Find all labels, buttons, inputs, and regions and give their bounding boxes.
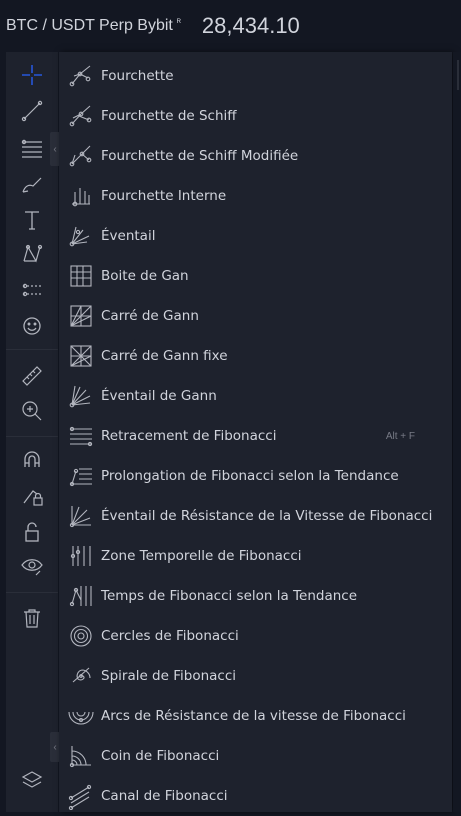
fib-channel-icon <box>68 784 92 810</box>
lock-drawings-icon[interactable] <box>6 480 58 512</box>
menu-item-canal-fibonacci[interactable]: Canal de Fibonacci <box>59 776 452 816</box>
last-price: 28,434.10 <box>201 13 300 38</box>
brush-icon[interactable] <box>6 169 58 201</box>
fib-wedge-icon <box>69 746 91 768</box>
unlock-icon[interactable] <box>6 516 58 548</box>
symbol-header: BTC / USDT Perp Bybit ᴿ 28,434.10 <box>0 0 461 52</box>
zoom-in-icon[interactable] <box>6 395 58 427</box>
ruler-icon[interactable] <box>6 360 58 392</box>
fib-retracement-icon <box>69 426 93 447</box>
menu-item-fourchette[interactable]: Fourchette <box>59 56 452 96</box>
menu-item-eventail-resistance-fibonacci[interactable]: Éventail de Résistance de la Vitesse de … <box>59 496 452 536</box>
trend-line-icon[interactable] <box>6 95 58 127</box>
menu-item-temps-fibonacci-tendance[interactable]: Temps de Fibonacci selon la Tendance <box>59 576 452 616</box>
inside-pitchfork-icon <box>72 188 90 207</box>
eye-icon[interactable] <box>6 550 58 582</box>
menu-item-spirale-fibonacci[interactable]: Spirale de Fibonacci <box>59 656 452 696</box>
fib-gann-tools-menu: Fourchette Fourchette de Schiff Fourchet… <box>59 52 452 812</box>
layers-icon[interactable] <box>6 765 58 797</box>
menu-item-zone-temporelle-fibonacci[interactable]: Zone Temporelle de Fibonacci <box>59 536 452 576</box>
fib-extension-icon <box>69 468 92 487</box>
menu-item-fourchette-schiff[interactable]: Fourchette de Schiff <box>59 96 452 136</box>
symbol-name[interactable]: BTC / USDT Perp Bybit <box>6 17 173 35</box>
drawing-toolbar: ‹ ‹ <box>6 52 60 812</box>
gann-square-fixed-icon <box>70 345 92 367</box>
fib-arcs-icon <box>68 711 94 725</box>
gann-box-icon <box>70 265 92 287</box>
menu-item-carre-gann[interactable]: Carré de Gann <box>59 296 452 336</box>
emoji-icon[interactable] <box>6 310 58 342</box>
menu-item-arcs-resistance-fibonacci[interactable]: Arcs de Résistance de la vitesse de Fibo… <box>59 696 452 736</box>
text-icon[interactable] <box>6 204 58 236</box>
fib-timezone-icon <box>70 546 91 566</box>
trash-icon[interactable] <box>6 602 58 634</box>
menu-item-carre-gann-fixe[interactable]: Carré de Gann fixe <box>59 336 452 376</box>
hotkey-label: Alt + F <box>385 430 415 442</box>
fib-spiral-icon <box>72 667 91 683</box>
toolbar-divider <box>6 436 58 437</box>
menu-item-fourchette-interne[interactable]: Fourchette Interne <box>59 176 452 216</box>
toolbar-divider <box>6 349 58 350</box>
toolbar-divider <box>6 592 58 593</box>
modified-schiff-icon <box>69 145 92 167</box>
menu-item-schiff-modifiee[interactable]: Fourchette de Schiff Modifiée <box>59 136 452 176</box>
fib-circles-icon <box>70 625 92 647</box>
chart-edge <box>453 52 461 812</box>
menu-item-eventail[interactable]: Éventail <box>59 216 452 256</box>
menu-item-cercles-fibonacci[interactable]: Cercles de Fibonacci <box>59 616 452 656</box>
magnet-icon[interactable] <box>6 444 58 476</box>
fib-trend-time-icon <box>69 586 92 607</box>
menu-item-retracement-fibonacci[interactable]: Retracement de Fibonacci Alt + F <box>59 416 452 456</box>
pitchfork-icon <box>69 65 91 87</box>
menu-item-eventail-gann[interactable]: Éventail de Gann <box>59 376 452 416</box>
menu-item-coin-fibonacci[interactable]: Coin de Fibonacci <box>59 736 452 776</box>
fib-speed-fan-icon <box>69 506 91 528</box>
schiff-pitchfork-icon <box>69 105 92 127</box>
menu-item-boite-gan[interactable]: Boite de Gan <box>59 256 452 296</box>
forecast-icon[interactable] <box>6 274 58 306</box>
gann-fan-icon <box>69 385 91 408</box>
gann-square-icon <box>70 305 92 327</box>
symbol-flag-icon: ᴿ <box>176 17 181 27</box>
menu-item-prolongation-fibonacci[interactable]: Prolongation de Fibonacci selon la Tenda… <box>59 456 452 496</box>
crosshair-icon[interactable] <box>6 59 58 91</box>
scrollbar-thumb[interactable] <box>457 60 459 90</box>
pattern-icon[interactable] <box>6 238 58 270</box>
pitchfan-icon <box>69 226 90 247</box>
